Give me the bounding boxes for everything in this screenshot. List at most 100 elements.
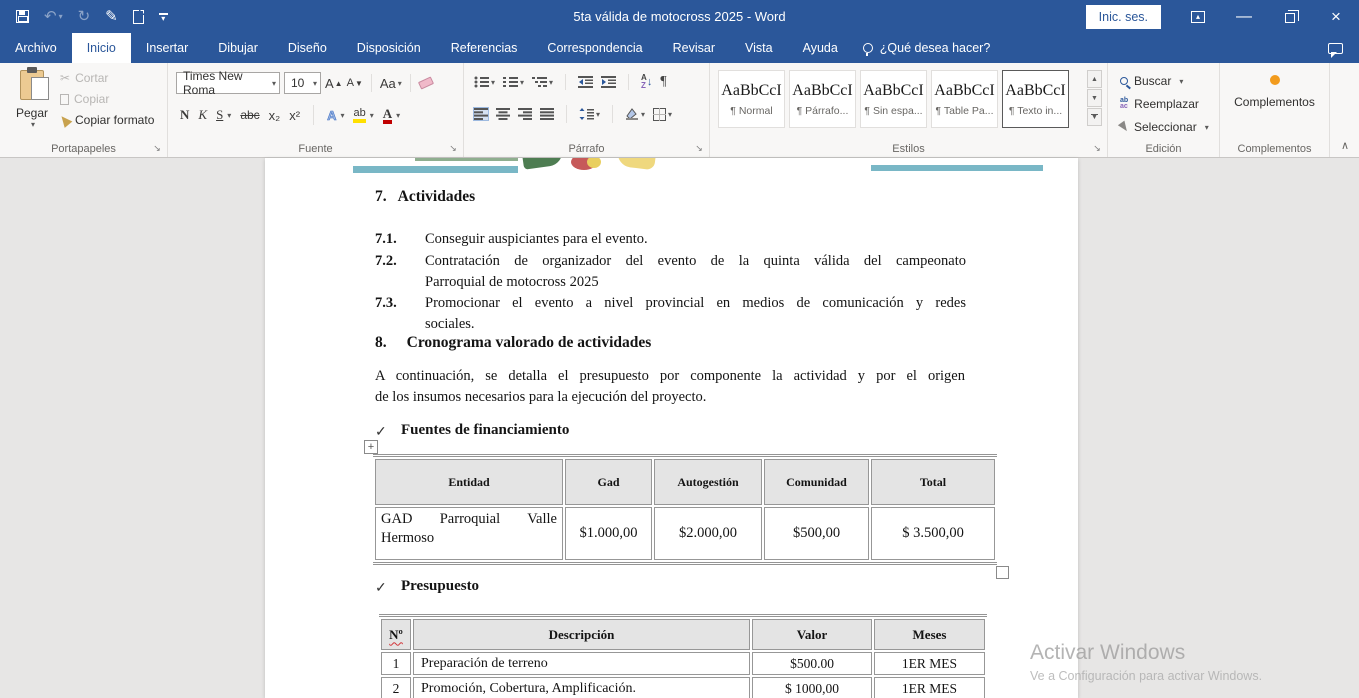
tell-me-label: ¿Qué desea hacer? [880, 41, 991, 55]
styles-more-button[interactable]: ▼ [1087, 108, 1102, 126]
group-label-portapapeles: Portapapeles [0, 143, 167, 155]
copy-button[interactable]: Copiar [60, 92, 154, 106]
style-table-paragraph[interactable]: AaBbCcI ¶ Table Pa... [931, 70, 998, 128]
paragraph-dialog-launcher[interactable]: ↘ [693, 142, 705, 154]
style-normal[interactable]: AaBbCcI ¶ Normal [718, 70, 785, 128]
redo-icon[interactable]: ↻ [78, 7, 91, 27]
styles-scroll-up[interactable]: ▲ [1087, 70, 1102, 88]
draw-eraser-icon[interactable]: ✎ [105, 7, 118, 27]
cell-autogestion: $2.000,00 [654, 507, 762, 560]
heading-actividades: 7.Actividades [375, 188, 475, 206]
style-sin-espaciado[interactable]: AaBbCcI ¶ Sin espa... [860, 70, 927, 128]
line-spacing-button[interactable]: ▾ [579, 108, 600, 120]
find-button[interactable]: Buscar▾ [1120, 74, 1183, 88]
style-texto-independiente[interactable]: AaBbCcI ¶ Texto in... [1002, 70, 1069, 128]
paste-button[interactable]: Pegar ▾ [10, 70, 54, 142]
font-dialog-launcher[interactable]: ↘ [447, 142, 459, 154]
style-parrafo[interactable]: AaBbCcI ¶ Párrafo... [789, 70, 856, 128]
decrease-indent-button[interactable] [578, 76, 593, 88]
sign-in-button[interactable]: Inic. ses. [1086, 5, 1161, 29]
tab-diseno[interactable]: Diseño [273, 33, 342, 63]
format-painter-button[interactable]: Copiar formato [60, 113, 154, 127]
shrink-font-button[interactable]: A▼ [347, 77, 363, 89]
replace-button[interactable]: abac Reemplazar [1120, 97, 1199, 111]
heading-fuentes-financiamiento: Fuentes de financiamiento [401, 422, 569, 439]
subscript-button[interactable]: x₂ [269, 108, 281, 123]
tab-inicio[interactable]: Inicio [72, 33, 131, 63]
superscript-button[interactable]: x² [289, 108, 300, 123]
save-icon[interactable] [16, 7, 29, 27]
undo-icon[interactable]: ↶▾ [44, 7, 63, 27]
tab-archivo[interactable]: Archivo [0, 33, 72, 63]
bullet-list-button[interactable]: ▾ [474, 76, 495, 88]
cut-button[interactable]: ✂Cortar [60, 71, 154, 85]
new-document-icon[interactable] [133, 7, 144, 27]
align-left-button[interactable] [474, 108, 488, 120]
heading-presupuesto: Presupuesto [401, 578, 479, 595]
select-button[interactable]: Seleccionar▾ [1120, 120, 1209, 134]
styles-dialog-launcher[interactable]: ↘ [1091, 142, 1103, 154]
increase-indent-button[interactable] [601, 76, 616, 88]
cell-valor: $500.00 [752, 652, 872, 675]
group-label-edicion: Edición [1108, 143, 1219, 155]
tab-disposicion[interactable]: Disposición [342, 33, 436, 63]
font-size-combo[interactable]: 10▾ [284, 72, 321, 94]
highlight-color-button[interactable]: ab [353, 107, 365, 123]
table-resize-handle[interactable] [996, 566, 1009, 579]
font-name-combo[interactable]: Times New Roma▾ [176, 72, 280, 94]
table-header-row: Nº Descripción Valor Meses [381, 619, 985, 650]
tab-insertar[interactable]: Insertar [131, 33, 203, 63]
financing-table[interactable]: Entidad Gad Autogestión Comunidad Total … [373, 454, 997, 565]
text-effects-button[interactable]: A [327, 108, 336, 123]
collapse-ribbon-icon[interactable]: ∧ [1341, 139, 1349, 152]
intro-paragraph-line: de los insumos necesarios para la ejecuc… [375, 387, 965, 408]
heading-cronograma: 8.Cronograma valorado de actividades [375, 334, 651, 352]
check-bullet: ✓ [375, 580, 387, 597]
list-number: 7.3. [375, 293, 420, 314]
italic-button[interactable]: K [198, 107, 207, 123]
group-estilos: AaBbCcI ¶ Normal AaBbCcI ¶ Párrafo... Aa… [710, 63, 1108, 157]
clipboard-dialog-launcher[interactable]: ↘ [151, 142, 163, 154]
eraser-icon [418, 76, 434, 89]
clear-formatting-button[interactable] [419, 79, 433, 87]
bold-button[interactable]: N [180, 107, 189, 123]
align-center-button[interactable] [496, 108, 510, 120]
lightbulb-icon [863, 43, 873, 53]
group-label-complementos: Complementos [1220, 143, 1329, 155]
tab-correspondencia[interactable]: Correspondencia [532, 33, 657, 63]
budget-table[interactable]: Nº Descripción Valor Meses 1 Preparación… [379, 614, 987, 698]
header-green-bar [415, 158, 518, 161]
document-page[interactable]: 7.Actividades 7.1. Conseguir auspiciante… [265, 158, 1078, 698]
change-case-button[interactable]: Aa▾ [380, 76, 402, 91]
addins-button[interactable]: Complementos [1220, 75, 1329, 109]
justify-button[interactable] [540, 108, 554, 120]
table-move-handle[interactable]: + [364, 440, 378, 454]
feedback-comment-icon[interactable] [1328, 43, 1343, 54]
grow-font-button[interactable]: A▲ [325, 76, 343, 91]
restore-button[interactable] [1267, 0, 1313, 33]
minimize-button[interactable]: — [1221, 0, 1267, 33]
list-number: 7.1. [375, 229, 420, 250]
close-button[interactable]: × [1313, 0, 1359, 33]
underline-button[interactable]: S [216, 107, 223, 123]
font-color-button[interactable]: A [383, 107, 392, 124]
multilevel-list-button[interactable]: ▾ [532, 76, 553, 88]
numbered-list-button[interactable]: ▾ [503, 76, 524, 88]
header-teal-bar-left [353, 166, 518, 173]
tell-me-box[interactable]: ¿Qué desea hacer? [853, 33, 1001, 63]
tab-ayuda[interactable]: Ayuda [788, 33, 853, 63]
align-right-button[interactable] [518, 108, 532, 120]
tab-revisar[interactable]: Revisar [658, 33, 730, 63]
tab-vista[interactable]: Vista [730, 33, 788, 63]
styles-gallery: AaBbCcI ¶ Normal AaBbCcI ¶ Párrafo... Aa… [718, 70, 1069, 128]
sort-button[interactable]: AZ↓ [641, 74, 652, 90]
show-paragraph-marks-button[interactable]: ¶ [660, 74, 666, 90]
strikethrough-button[interactable]: abc [240, 108, 259, 122]
styles-scroll-down[interactable]: ▼ [1087, 89, 1102, 107]
shading-button[interactable]: ▾ [625, 108, 645, 120]
tab-dibujar[interactable]: Dibujar [203, 33, 273, 63]
borders-button[interactable]: ▾ [653, 108, 672, 121]
ribbon-display-options-icon[interactable]: ▴ [1175, 0, 1221, 33]
customize-qat-icon[interactable]: ▾ [159, 7, 168, 27]
tab-referencias[interactable]: Referencias [436, 33, 533, 63]
